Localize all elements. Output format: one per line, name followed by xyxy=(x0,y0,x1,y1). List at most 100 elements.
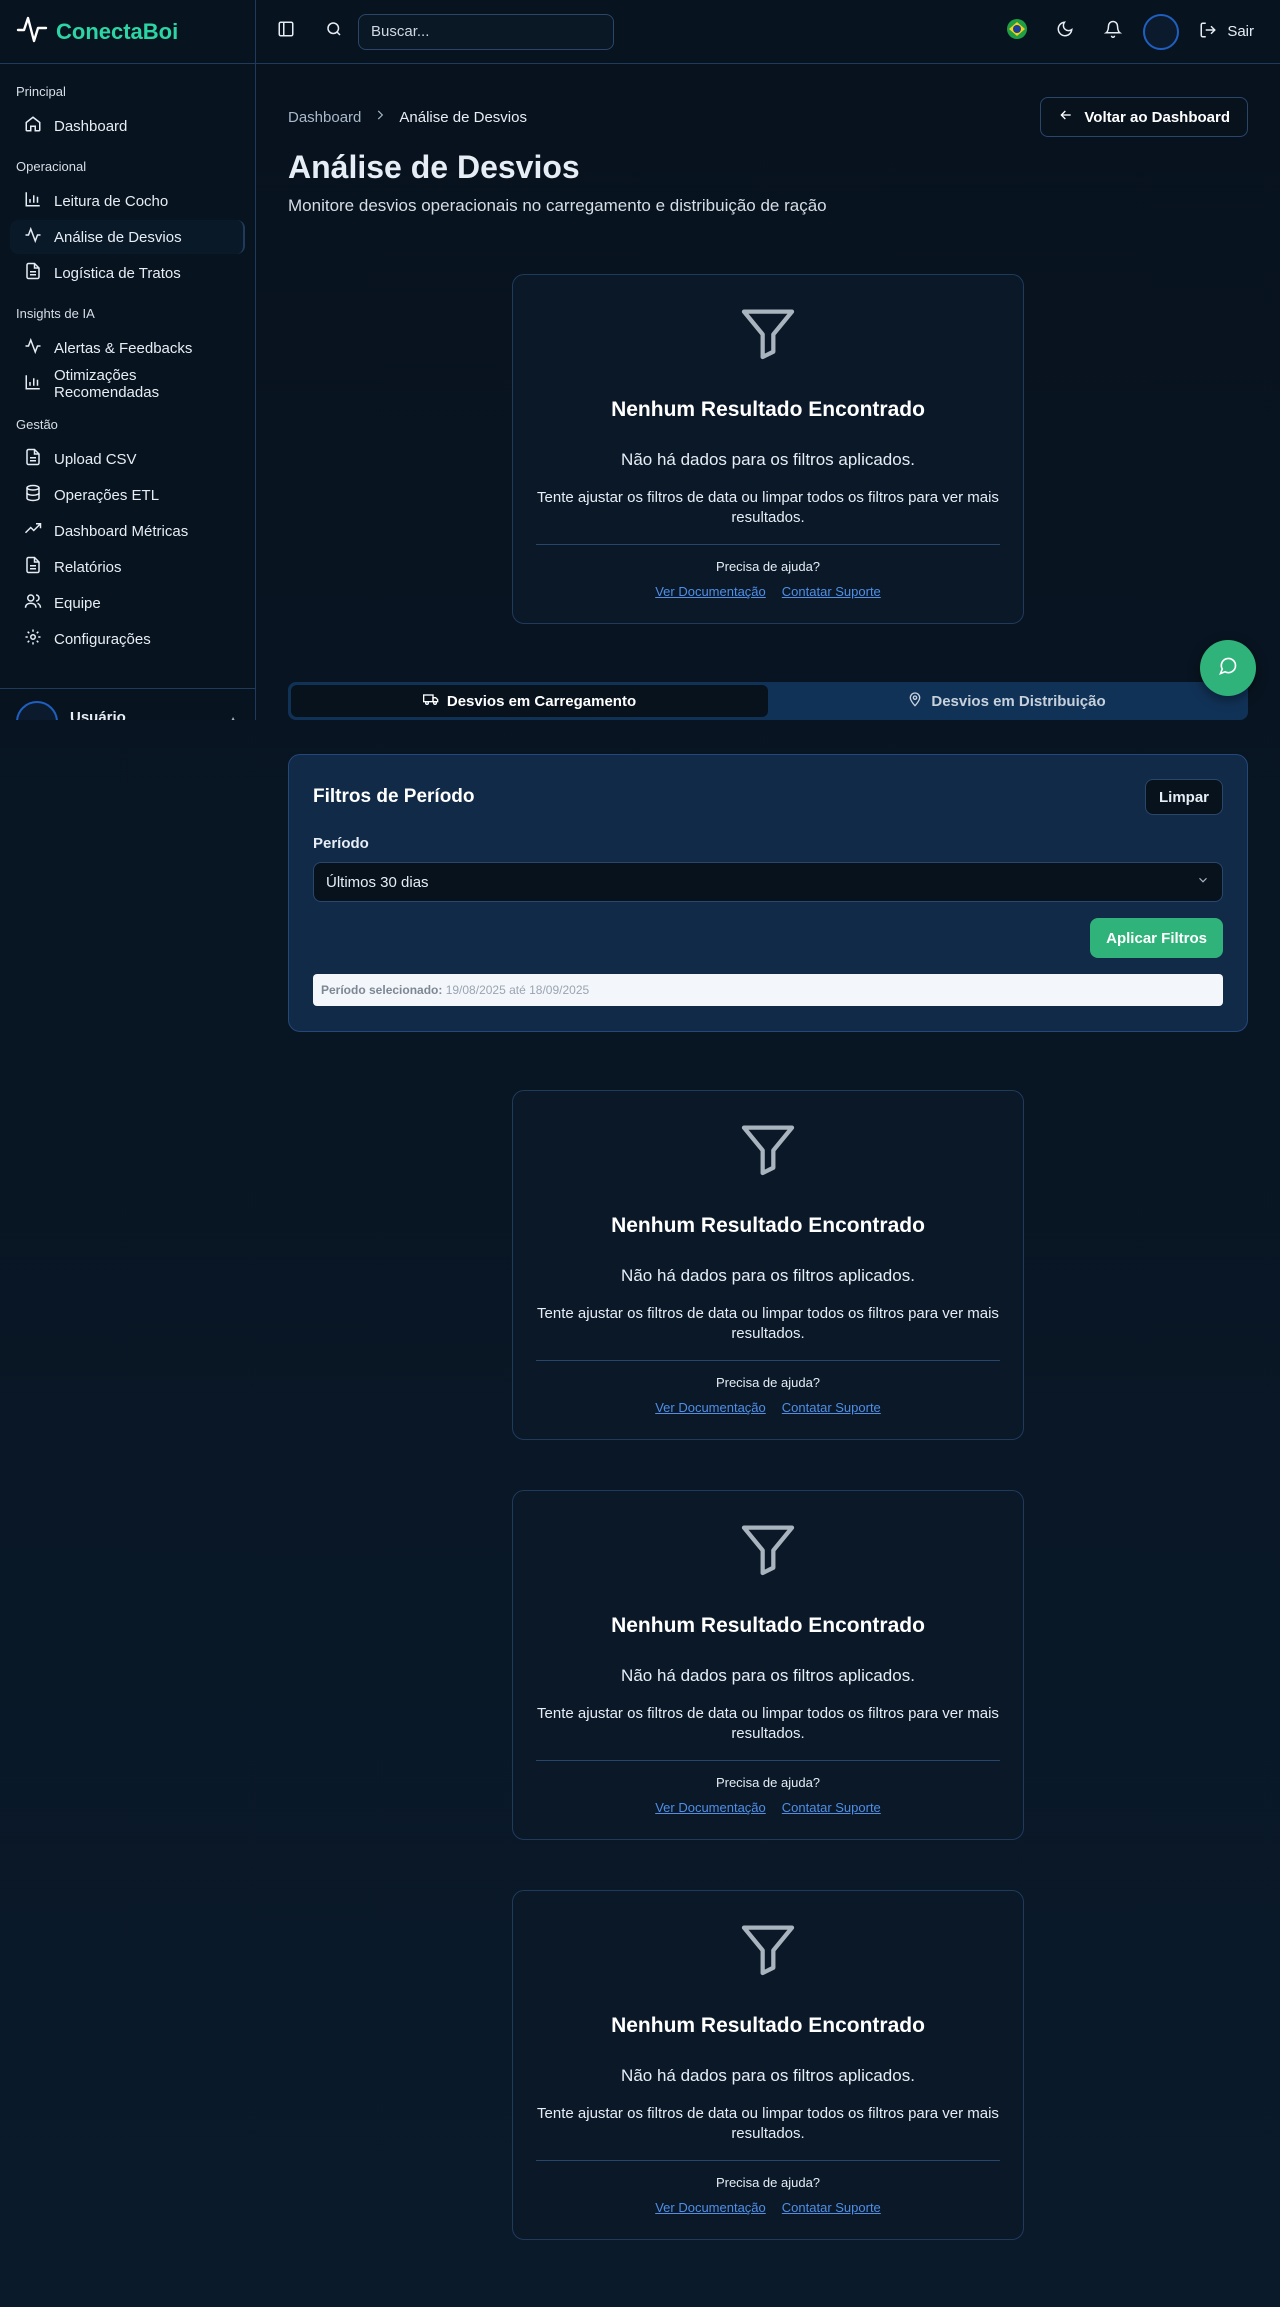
sidebar-item-alertas[interactable]: Alertas & Feedbacks xyxy=(10,331,245,365)
brand[interactable]: ConectaBoi xyxy=(0,0,255,64)
filter-icon xyxy=(736,1917,800,1986)
apply-filters-button[interactable]: Aplicar Filtros xyxy=(1090,918,1223,958)
sidebar-item-logistica-tratos[interactable]: Logística de Tratos xyxy=(10,256,245,290)
activity-icon xyxy=(24,226,42,248)
empty-state-card: Nenhum Resultado Encontrado Não há dados… xyxy=(512,274,1024,624)
period-select-value: Últimos 30 dias xyxy=(326,873,429,891)
nav-section-title: Operacional xyxy=(16,159,87,174)
empty-state-card: Nenhum Resultado Encontrado Não há dados… xyxy=(512,1090,1024,1440)
divider xyxy=(536,1360,1000,1361)
support-link[interactable]: Contatar Suporte xyxy=(782,1800,881,1815)
notifications-button[interactable] xyxy=(1093,12,1133,52)
page-title: Análise de Desvios xyxy=(288,149,580,185)
sidebar-item-label: Relatórios xyxy=(54,558,122,576)
user-menu-button[interactable] xyxy=(1141,12,1181,52)
tab-desvios-distribuicao[interactable]: Desvios em Distribuição xyxy=(768,685,1245,717)
support-link[interactable]: Contatar Suporte xyxy=(782,2200,881,2215)
empty-state-message: Não há dados para os filtros aplicados. xyxy=(621,1666,915,1685)
search-button[interactable] xyxy=(314,12,354,52)
tab-desvios-carregamento[interactable]: Desvios em Carregamento xyxy=(291,685,768,717)
empty-state-message: Não há dados para os filtros aplicados. xyxy=(621,2066,915,2085)
filter-icon xyxy=(736,1517,800,1586)
empty-state-card: Nenhum Resultado Encontrado Não há dados… xyxy=(512,1890,1024,2240)
divider xyxy=(536,544,1000,545)
file-icon xyxy=(24,448,42,470)
users-icon xyxy=(24,592,42,614)
user-name: Usuário xyxy=(70,709,126,720)
period-select[interactable]: Últimos 30 dias xyxy=(313,862,1223,902)
map-pin-icon xyxy=(907,691,923,711)
back-to-dashboard-button[interactable]: Voltar ao Dashboard xyxy=(1040,97,1248,137)
logout-label: Sair xyxy=(1227,23,1254,40)
sidebar-item-dashboard-metricas[interactable]: Dashboard Métricas xyxy=(10,514,245,548)
sidebar-item-equipe[interactable]: Equipe xyxy=(10,586,245,620)
sidebar-item-otimizacoes[interactable]: Otimizações Recomendadas xyxy=(10,367,245,401)
help-text: Precisa de ajuda? xyxy=(715,1775,821,1790)
language-button[interactable] xyxy=(997,12,1037,52)
help-text: Precisa de ajuda? xyxy=(715,559,821,574)
brand-name: ConectaBoi xyxy=(56,18,179,44)
sidebar-item-label: Otimizações Recomendadas xyxy=(54,367,160,401)
file-text-icon xyxy=(24,262,42,284)
message-circle-icon xyxy=(1218,656,1238,681)
divider xyxy=(536,2160,1000,2161)
clear-filters-button[interactable]: Limpar xyxy=(1144,779,1223,815)
empty-state-message: Não há dados para os filtros aplicados. xyxy=(621,450,915,469)
empty-state-hint: Tente ajustar os filtros de data ou limp… xyxy=(537,1305,999,1342)
breadcrumb-root[interactable]: Dashboard xyxy=(288,109,361,126)
activity-icon xyxy=(24,337,42,359)
logout-button[interactable]: Sair xyxy=(1189,21,1264,43)
deviation-tabs: Desvios em Carregamento Desvios em Distr… xyxy=(288,682,1248,720)
sidebar-item-configuracoes[interactable]: Configurações xyxy=(10,622,245,656)
sidebar-item-dashboard[interactable]: Dashboard xyxy=(10,109,245,143)
search-icon xyxy=(325,20,343,43)
avatar xyxy=(16,701,58,720)
home-icon xyxy=(24,115,42,137)
empty-state-hint: Tente ajustar os filtros de data ou limp… xyxy=(537,1705,999,1742)
help-text: Precisa de ajuda? xyxy=(715,1375,821,1390)
bar-chart-icon xyxy=(24,190,42,212)
support-link[interactable]: Contatar Suporte xyxy=(782,1400,881,1415)
sidebar: ConectaBoi Principal Dashboard Operacion… xyxy=(0,0,256,720)
docs-link[interactable]: Ver Documentação xyxy=(655,1400,766,1415)
search-input[interactable] xyxy=(358,13,614,50)
docs-link[interactable]: Ver Documentação xyxy=(655,2200,766,2215)
docs-link[interactable]: Ver Documentação xyxy=(655,584,766,599)
help-links: Ver Documentação Contatar Suporte xyxy=(655,1800,881,1815)
brazil-flag-icon xyxy=(1007,19,1028,44)
chevron-down-icon xyxy=(1196,873,1210,891)
page-header-row: Dashboard Análise de Desvios Voltar ao D… xyxy=(288,97,1248,137)
empty-state-title: Nenhum Resultado Encontrado xyxy=(611,1214,925,1237)
filter-icon xyxy=(736,301,800,370)
selected-period-prefix: Período selecionado: xyxy=(321,983,443,997)
nav-section-title: Insights de IA xyxy=(16,306,95,321)
file-text-icon xyxy=(24,556,42,578)
empty-state-hint: Tente ajustar os filtros de data ou limp… xyxy=(537,2105,999,2142)
sidebar-item-operacoes-etl[interactable]: Operações ETL xyxy=(10,478,245,512)
empty-state-title: Nenhum Resultado Encontrado xyxy=(611,1614,925,1637)
chevron-down-icon: ▲ xyxy=(227,713,239,720)
sidebar-item-analise-desvios[interactable]: Análise de Desvios xyxy=(10,220,245,254)
bell-icon xyxy=(1104,20,1123,43)
nav-section-title: Gestão xyxy=(16,417,58,432)
sidebar-toggle-button[interactable] xyxy=(266,12,306,52)
topbar-actions: Sair xyxy=(997,12,1280,52)
gear-icon xyxy=(24,628,42,650)
bar-chart-icon xyxy=(24,373,42,395)
help-links: Ver Documentação Contatar Suporte xyxy=(655,1400,881,1415)
apply-row: Aplicar Filtros xyxy=(313,918,1223,958)
sidebar-user[interactable]: Usuário ▲ xyxy=(0,688,255,720)
sidebar-item-leitura-cocho[interactable]: Leitura de Cocho xyxy=(10,184,245,218)
chat-fab-button[interactable] xyxy=(1200,640,1256,696)
sidebar-item-relatorios[interactable]: Relatórios xyxy=(10,550,245,584)
docs-link[interactable]: Ver Documentação xyxy=(655,1800,766,1815)
page-subtitle: Monitore desvios operacionais no carrega… xyxy=(288,196,827,215)
support-link[interactable]: Contatar Suporte xyxy=(782,584,881,599)
filter-icon xyxy=(736,1117,800,1186)
theme-toggle-button[interactable] xyxy=(1045,12,1085,52)
breadcrumb: Dashboard Análise de Desvios xyxy=(288,108,527,126)
moon-icon xyxy=(1056,20,1074,43)
nav-section-title: Principal xyxy=(16,84,66,99)
sidebar-item-upload-csv[interactable]: Upload CSV xyxy=(10,442,245,476)
period-filters-card: Filtros de Período Limpar Período Último… xyxy=(288,754,1248,1032)
